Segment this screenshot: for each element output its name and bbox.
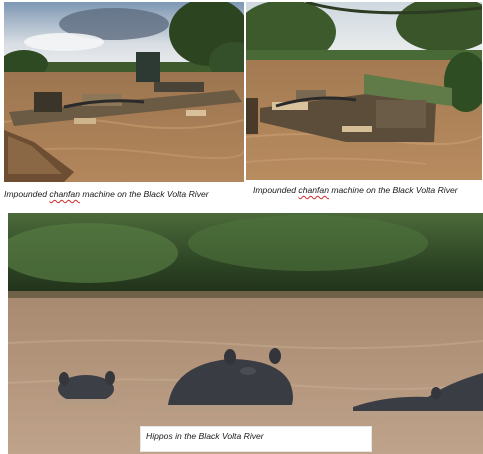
photo-impounded-machine-1 bbox=[4, 2, 244, 182]
caption-impounded-machine-1: Impounded chanfan machine on the Black V… bbox=[4, 189, 244, 200]
caption-prefix: Impounded bbox=[253, 185, 299, 195]
caption-suffix: machine on the Black Volta River bbox=[79, 189, 209, 199]
caption-prefix: Impounded bbox=[4, 189, 50, 199]
spellcheck-flagged-word: chanfan bbox=[298, 185, 329, 195]
photo-hippos bbox=[8, 213, 483, 454]
photo-impounded-machine-2 bbox=[246, 2, 482, 180]
caption-hippos: Hippos in the Black Volta River bbox=[146, 431, 264, 441]
caption-impounded-machine-2: Impounded chanfan machine on the Black V… bbox=[253, 185, 473, 196]
spellcheck-flagged-word: chanfan bbox=[49, 189, 80, 199]
caption-suffix: machine on the Black Volta River bbox=[328, 185, 458, 195]
